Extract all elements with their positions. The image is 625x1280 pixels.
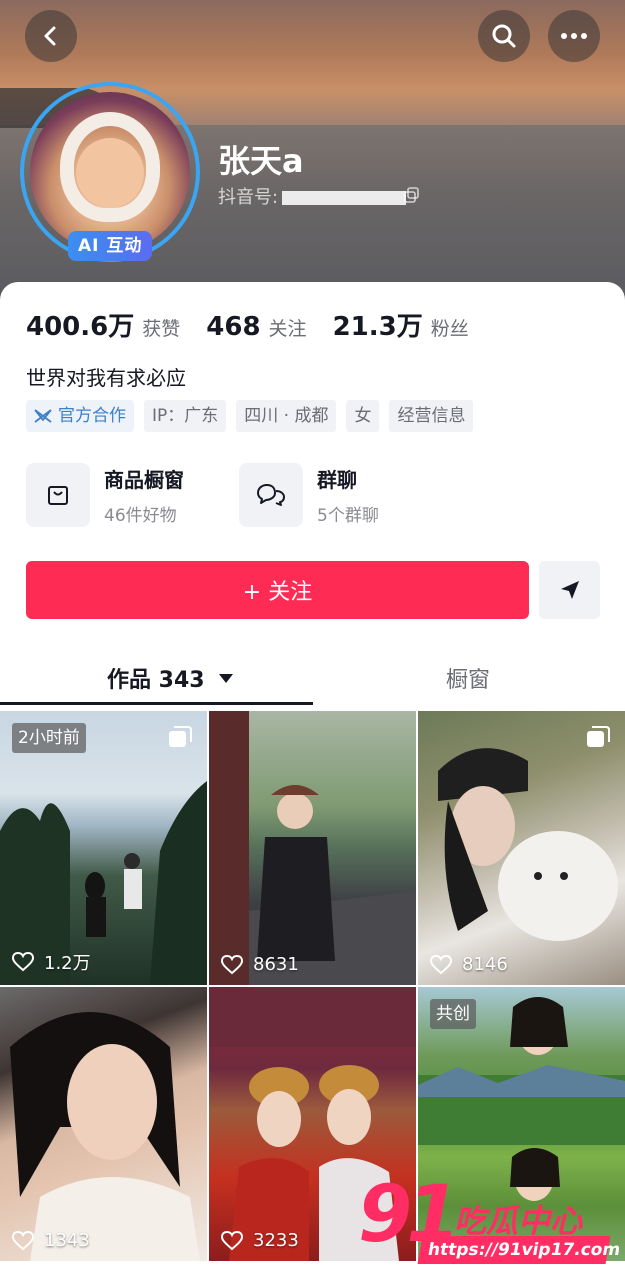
avatar-image [30,92,190,252]
follow-button[interactable]: + 关注 [26,561,529,619]
shortcut-showcase-icon-box [26,463,90,527]
stats-row: 400.6万 获赞 468 关注 21.3万 粉丝 [26,306,495,343]
shortcut-group-chat-subtitle: 5个群聊 [317,506,379,526]
stat-followers-value: 21.3万 [332,312,423,342]
video-tile[interactable]: 8631 [209,711,416,985]
like-count: 1343 [12,1230,90,1251]
heart-icon [430,954,452,974]
caret-down-icon[interactable] [218,673,233,683]
shopping-bag-icon [48,486,68,505]
watermark-url: https://91vip17.com [417,1236,622,1264]
stat-followers-label: 粉丝 [430,318,469,340]
heart-icon [12,1230,34,1250]
stat-following[interactable]: 468 关注 [206,312,306,342]
search-icon [492,24,516,48]
video-tile[interactable]: 1343 [0,987,207,1261]
shortcut-group-chat-title: 群聊 [317,468,357,492]
stat-likes-value: 400.6万 [26,312,135,342]
official-partner-icon [34,409,52,423]
bio-text: 世界对我有求必应 [26,366,186,390]
shortcut-showcase-title: 商品橱窗 [104,468,184,492]
stat-followers[interactable]: 21.3万 粉丝 [333,306,469,343]
ai-interaction-badge[interactable]: AI 互动 [68,231,153,261]
like-count-value: 3233 [253,1230,299,1251]
heart-icon [12,952,34,972]
like-count: 1.2万 [12,949,91,975]
tab-active-indicator [0,702,313,705]
tag-location: 四川 · 成都 [236,400,337,432]
send-icon [560,581,579,599]
like-count: 8631 [221,954,299,975]
video-thumbnail [10,1012,200,1261]
back-button[interactable] [25,10,77,62]
tag-gender: 女 [346,400,380,432]
shortcut-group-chat[interactable]: 群聊 5个群聊 [239,463,379,527]
like-count: 8146 [430,954,508,975]
video-tile[interactable]: 2小时前 1.2万 [0,711,207,985]
stat-following-label: 关注 [268,318,307,340]
tag-ip: IP：广东 [144,400,227,432]
more-dots-icon [561,33,587,39]
send-message-button[interactable] [539,561,600,619]
heart-icon [221,954,243,974]
shortcut-showcase-subtitle: 46件好物 [104,506,177,526]
tag-list: 官方合作 IP：广东 四川 · 成都 女 经营信息 [26,400,483,432]
like-count: 3233 [221,1230,299,1251]
tag-business-info[interactable]: 经营信息 [389,400,474,432]
more-button[interactable] [548,10,600,62]
stat-following-value: 468 [206,312,261,342]
watermark: 91 吃瓜中心 https://91vip17.com [358,1170,622,1270]
video-thumbnail [438,748,618,941]
like-count-value: 1.2万 [44,953,91,974]
search-button[interactable] [478,10,530,62]
heart-icon [221,1230,243,1250]
tab-works[interactable]: 作品 343 [107,662,233,694]
chevron-left-icon [44,26,56,46]
stat-likes-label: 获赞 [142,318,181,340]
collab-badge: 共创 [430,999,476,1029]
stat-likes[interactable]: 400.6万 获赞 [26,306,180,343]
multi-image-icon [169,726,192,747]
douyin-id-label: 抖音号: [218,187,279,208]
multi-image-icon [587,726,610,747]
tab-showcase[interactable]: 橱窗 [446,662,490,694]
tab-works-label: 作品 343 [107,668,205,693]
tag-official-label: 官方合作 [58,406,126,426]
shortcut-row: 商品橱窗 46件好物 群聊 5个群聊 [26,463,434,527]
douyin-id: 抖音号: [218,183,407,209]
video-tile[interactable]: 8146 [418,711,625,985]
chat-bubbles-icon [257,484,285,506]
post-time-badge: 2小时前 [12,723,86,753]
tag-official-partner[interactable]: 官方合作 [26,400,134,432]
like-count-value: 8631 [253,954,299,975]
douyin-id-redacted [282,191,407,205]
like-count-value: 8146 [462,954,508,975]
shortcut-showcase[interactable]: 商品橱窗 46件好物 [26,463,184,527]
video-thumbnail [209,711,416,985]
copy-icon[interactable] [404,187,420,203]
shortcut-group-chat-icon-box [239,463,303,527]
content-tabs: 作品 343 橱窗 [0,650,625,708]
profile-name: 张天a [218,142,304,180]
like-count-value: 1343 [44,1230,90,1251]
